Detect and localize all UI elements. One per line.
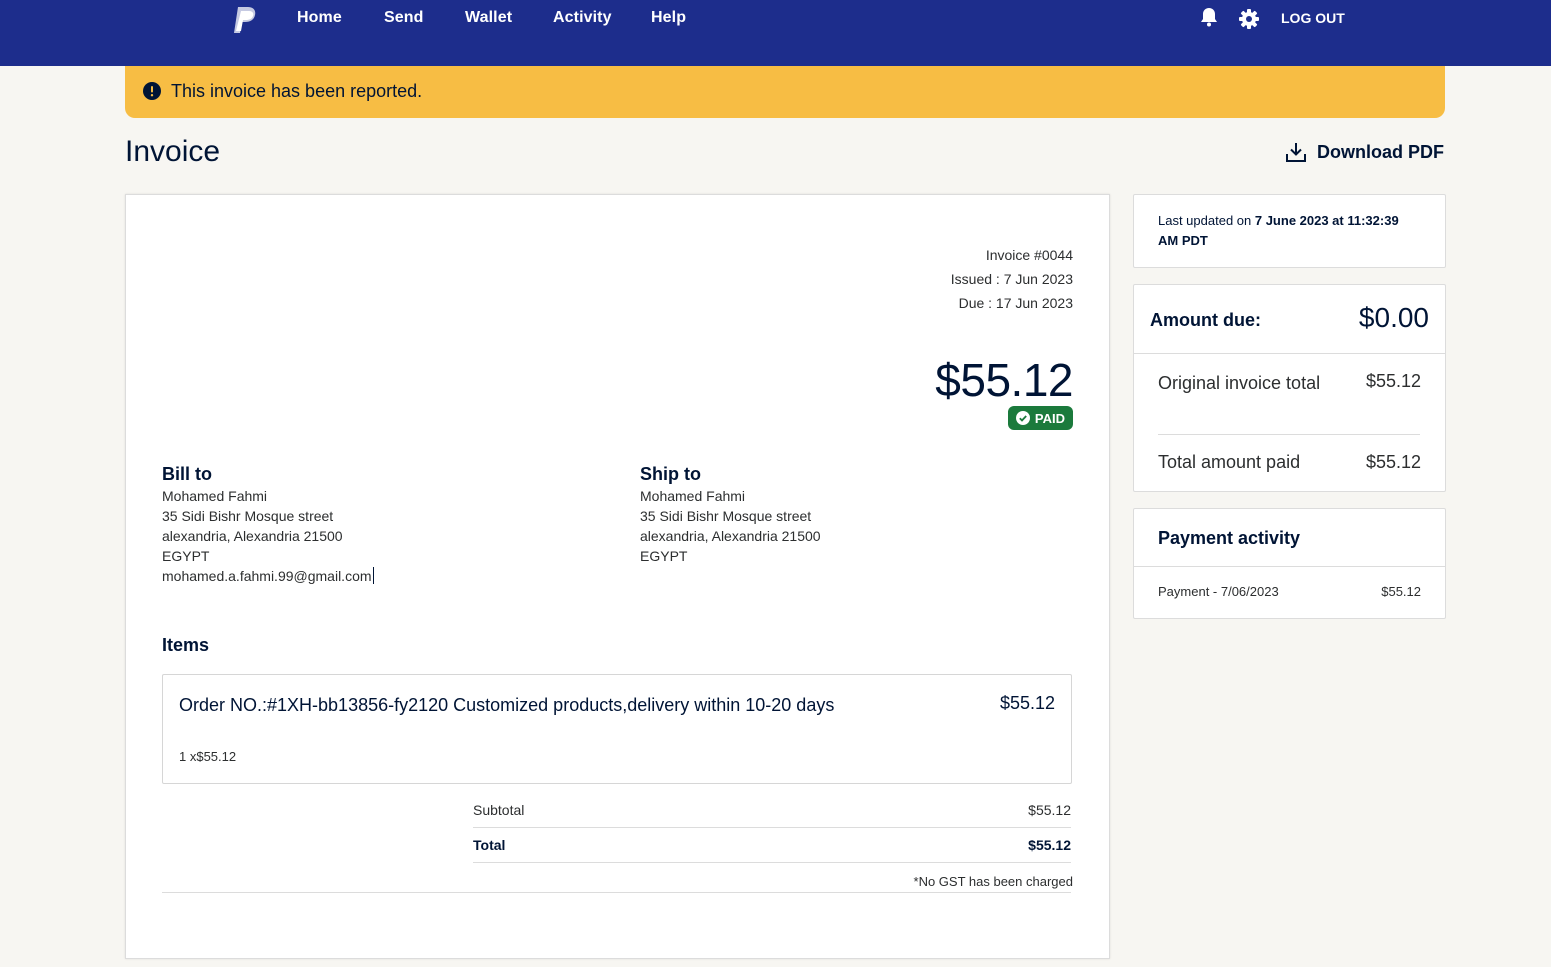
check-circle-icon [1015, 411, 1030, 425]
invoice-amount: $55.12 [935, 354, 1073, 406]
items-heading: Items [162, 635, 210, 655]
logout-button[interactable]: LOG OUT [1281, 10, 1345, 26]
page-title: Invoice [125, 135, 221, 168]
invoice-meta: Invoice #0044 Issued : 7 Jun 2023 Due : … [951, 243, 1073, 315]
nav-home[interactable]: Home [297, 9, 342, 27]
last-updated-text: Last updated on 7 June 2023 at 11:32:39 … [1158, 211, 1421, 251]
bill-to-name: Mohamed Fahmi [162, 488, 268, 504]
last-updated-card: Last updated on 7 June 2023 at 11:32:39 … [1133, 194, 1446, 268]
download-pdf-label: Download PDF [1317, 141, 1444, 162]
original-total-value: $55.12 [1365, 371, 1421, 391]
payment-activity-item-label: Payment - 7/06/2023 [1158, 584, 1279, 599]
ship-to-street: 35 Sidi Bishr Mosque street [640, 508, 812, 524]
last-updated-prefix: Last updated on [1158, 213, 1255, 228]
total-label: Total [473, 837, 506, 853]
payment-activity-item-value: $55.12 [1381, 584, 1421, 599]
nav-send[interactable]: Send [384, 9, 424, 27]
text-cursor [372, 567, 374, 584]
nav-help[interactable]: Help [651, 9, 686, 27]
invoice-card: Invoice #0044 Issued : 7 Jun 2023 Due : … [125, 194, 1110, 959]
bill-to-email[interactable]: mohamed.a.fahmi.99@gmail.com [162, 568, 372, 584]
reported-alert-banner: This invoice has been reported. [125, 66, 1445, 118]
bill-to-street: 35 Sidi Bishr Mosque street [162, 508, 334, 524]
ship-to-section: Ship to Mohamed Fahmi 35 Sidi Bishr Mosq… [640, 463, 821, 566]
payment-activity-title: Payment activity [1158, 528, 1301, 548]
ship-to-city: alexandria, Alexandria 21500 [640, 528, 821, 544]
invoice-number: Invoice #0044 [985, 247, 1073, 263]
total-paid-value: $55.12 [1365, 452, 1421, 472]
nav-wallet[interactable]: Wallet [465, 9, 512, 27]
paid-status-label: PAID [1034, 410, 1065, 426]
top-navigation: Home Send Wallet Activity Help LOG OUT [0, 0, 1551, 66]
line-item: Order NO.:#1XH-bb13856-fy2120 Customized… [162, 674, 1072, 784]
bell-icon[interactable] [1200, 7, 1218, 27]
tax-note: *No GST has been charged [913, 874, 1073, 889]
ship-to-country: EGYPT [640, 548, 688, 564]
invoice-issued-date: Issued : 7 Jun 2023 [950, 271, 1073, 287]
download-icon [1286, 143, 1306, 162]
divider [1134, 566, 1445, 567]
amount-due-label: Amount due: [1150, 310, 1261, 330]
alert-message: This invoice has been reported. [171, 81, 423, 101]
divider [1158, 434, 1420, 435]
gear-icon[interactable] [1239, 9, 1259, 29]
divider [162, 892, 1071, 893]
total-value: $55.12 [1028, 837, 1071, 853]
line-item-price: $55.12 [999, 693, 1055, 713]
paypal-logo[interactable] [232, 5, 258, 35]
amount-due-value: $0.00 [1358, 302, 1429, 333]
bill-to-email-row: mohamed.a.fahmi.99@gmail.com [162, 566, 374, 586]
download-pdf-button[interactable]: Download PDF [1285, 141, 1444, 163]
ship-to-name: Mohamed Fahmi [640, 488, 746, 504]
bill-to-section: Bill to Mohamed Fahmi 35 Sidi Bishr Mosq… [162, 463, 374, 586]
subtotal-value: $55.12 [1028, 802, 1071, 818]
ship-to-heading: Ship to [640, 464, 701, 484]
subtotal-label: Subtotal [473, 802, 525, 818]
line-item-description: Order NO.:#1XH-bb13856-fy2120 Customized… [179, 695, 835, 715]
total-row: Total $55.12 [473, 828, 1071, 863]
original-total-label: Original invoice total [1158, 373, 1321, 393]
amount-summary-card: Amount due: $0.00 Original invoice total… [1133, 284, 1446, 492]
totals-table: Subtotal $55.12 Total $55.12 [473, 793, 1071, 863]
subtotal-row: Subtotal $55.12 [473, 793, 1071, 828]
divider [1134, 353, 1445, 354]
paid-status-badge: PAID [1007, 406, 1073, 430]
bill-to-city: alexandria, Alexandria 21500 [162, 528, 343, 544]
nav-activity[interactable]: Activity [553, 9, 612, 27]
exclamation-circle-icon [143, 82, 161, 100]
bill-to-heading: Bill to [162, 464, 212, 484]
line-item-quantity: 1 x$55.12 [179, 749, 237, 764]
invoice-due-date: Due : 17 Jun 2023 [958, 295, 1073, 311]
bill-to-country: EGYPT [162, 548, 210, 564]
payment-activity-card: Payment activity Payment - 7/06/2023 $55… [1133, 508, 1446, 619]
total-paid-label: Total amount paid [1158, 452, 1301, 472]
